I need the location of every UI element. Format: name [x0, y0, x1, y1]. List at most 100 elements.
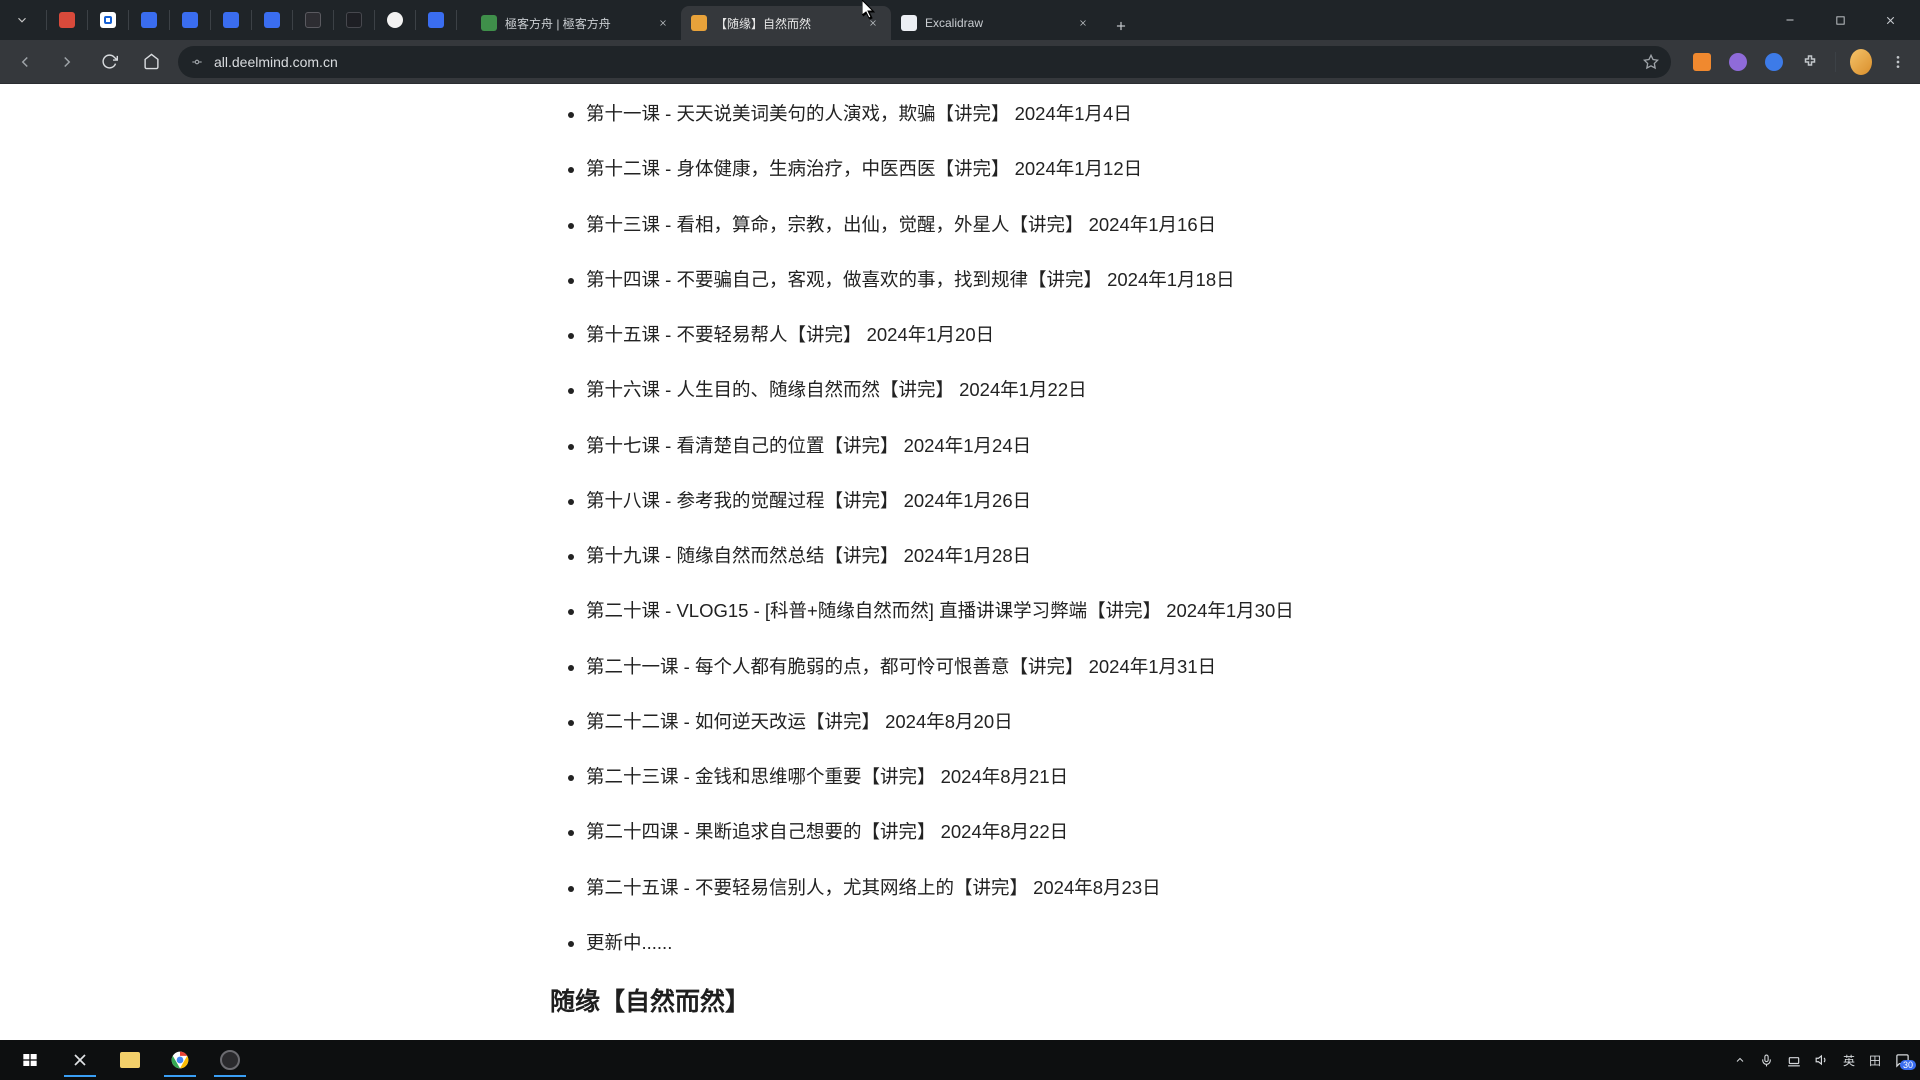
taskbar-app-chrome[interactable]	[160, 1043, 200, 1077]
forward-button[interactable]	[52, 47, 82, 77]
lesson-link-text: 第二十五课 - 不要轻易信别人，尤其网络上的【讲完】 2024年8月23日	[586, 877, 1161, 898]
section-heading: 随缘【自然而然】	[550, 984, 1920, 1022]
lesson-item[interactable]: 第二十二课 - 如何逆天改运【讲完】 2024年8月20日	[586, 708, 1920, 736]
lesson-link-text: 第二十四课 - 果断追求自己想要的【讲完】 2024年8月22日	[586, 821, 1068, 842]
lesson-link-text: 第十七课 - 看清楚自己的位置【讲完】 2024年1月24日	[586, 435, 1031, 456]
tray-microphone-icon[interactable]	[1760, 1054, 1773, 1067]
pinned-app-icon-10[interactable]	[426, 10, 446, 30]
lesson-item[interactable]: 第十四课 - 不要骗自己，客观，做喜欢的事，找到规律【讲完】 2024年1月18…	[586, 266, 1920, 294]
tab-favicon	[901, 15, 917, 31]
taskbar-app-vscode[interactable]	[60, 1043, 100, 1077]
pinned-app-icon-5[interactable]	[221, 10, 241, 30]
tray-ime-mode[interactable]: 田	[1869, 1052, 1881, 1069]
tab-strip: 極客方舟 | 極客方舟 【随缘】自然而然 Excalidraw	[471, 0, 1135, 40]
pinned-app-icon-6[interactable]	[262, 10, 282, 30]
home-button[interactable]	[136, 47, 166, 77]
start-button[interactable]	[10, 1043, 50, 1077]
ime-lang-label: 英	[1843, 1052, 1855, 1069]
lesson-list: 第十一课 - 天天说美词美句的人演戏，欺骗【讲完】 2024年1月4日第十二课 …	[550, 100, 1920, 957]
pinned-app-icon-7[interactable]	[303, 10, 323, 30]
separator	[210, 10, 211, 30]
browser-toolbar: all.deelmind.com.cn	[0, 40, 1920, 84]
separator	[169, 10, 170, 30]
separator	[251, 10, 252, 30]
lesson-item[interactable]: 第二十三课 - 金钱和思维哪个重要【讲完】 2024年8月21日	[586, 763, 1920, 791]
tray-notifications-icon[interactable]: 30	[1895, 1053, 1910, 1068]
tray-volume-icon[interactable]	[1815, 1053, 1829, 1067]
lesson-item[interactable]: 第十九课 - 随缘自然而然总结【讲完】 2024年1月28日	[586, 542, 1920, 570]
tab-title: Excalidraw	[925, 16, 1067, 30]
notification-badge: 30	[1900, 1060, 1916, 1070]
browser-titlebar: 極客方舟 | 極客方舟 【随缘】自然而然 Excalidraw	[0, 0, 1920, 40]
mouse-cursor-icon	[862, 0, 878, 25]
lesson-item[interactable]: 第十一课 - 天天说美词美句的人演戏，欺骗【讲完】 2024年1月4日	[586, 100, 1920, 128]
lesson-link-text: 第十五课 - 不要轻易帮人【讲完】 2024年1月20日	[586, 324, 994, 345]
lesson-item[interactable]: 第二十四课 - 果断追求自己想要的【讲完】 2024年8月22日	[586, 818, 1920, 846]
pinned-app-icon-3[interactable]	[139, 10, 159, 30]
page-viewport[interactable]: 第十一课 - 天天说美词美句的人演戏，欺骗【讲完】 2024年1月4日第十二课 …	[0, 84, 1920, 1040]
lesson-item[interactable]: 第二十课 - VLOG15 - [科普+随缘自然而然] 直播讲课学习弊端【讲完】…	[586, 597, 1920, 625]
lesson-link-text: 第十一课 - 天天说美词美句的人演戏，欺骗【讲完】 2024年1月4日	[586, 103, 1132, 124]
lesson-link-text: 第十二课 - 身体健康，生病治疗，中医西医【讲完】 2024年1月12日	[586, 158, 1142, 179]
separator	[1835, 52, 1836, 72]
close-tab-icon[interactable]	[655, 15, 671, 31]
tab-search-dropdown-icon[interactable]	[8, 6, 36, 34]
lesson-link-text: 第十九课 - 随缘自然而然总结【讲完】 2024年1月28日	[586, 545, 1031, 566]
tab-favicon	[691, 15, 707, 31]
site-info-icon[interactable]	[190, 55, 204, 69]
extension-icon-2[interactable]	[1727, 51, 1749, 73]
lesson-link-text: 更新中......	[586, 932, 672, 953]
bookmark-star-icon[interactable]	[1643, 54, 1659, 70]
system-tray: 英 田 30	[1734, 1052, 1910, 1069]
browser-tab-0[interactable]: 極客方舟 | 極客方舟	[471, 6, 681, 40]
separator	[128, 10, 129, 30]
pinned-app-icon-4[interactable]	[180, 10, 200, 30]
extensions-puzzle-icon[interactable]	[1799, 51, 1821, 73]
lesson-item[interactable]: 第十五课 - 不要轻易帮人【讲完】 2024年1月20日	[586, 321, 1920, 349]
profile-avatar[interactable]	[1850, 51, 1872, 73]
lesson-link-text: 第十三课 - 看相，算命，宗教，出仙，觉醒，外星人【讲完】 2024年1月16日	[586, 214, 1216, 235]
close-tab-icon[interactable]	[1075, 15, 1091, 31]
separator	[374, 10, 375, 30]
tray-chevron-icon[interactable]	[1734, 1054, 1746, 1066]
lesson-item[interactable]: 第二十五课 - 不要轻易信别人，尤其网络上的【讲完】 2024年8月23日	[586, 874, 1920, 902]
chrome-menu-icon[interactable]	[1886, 50, 1910, 74]
tray-network-icon[interactable]	[1787, 1053, 1801, 1067]
taskbar-app-explorer[interactable]	[110, 1043, 150, 1077]
tray-ime-lang[interactable]: 英	[1843, 1052, 1855, 1069]
lesson-item[interactable]: 第十六课 - 人生目的、随缘自然而然【讲完】 2024年1月22日	[586, 376, 1920, 404]
browser-tab-1[interactable]: 【随缘】自然而然	[681, 6, 891, 40]
separator	[46, 10, 47, 30]
lesson-item[interactable]: 第十三课 - 看相，算命，宗教，出仙，觉醒，外星人【讲完】 2024年1月16日	[586, 211, 1920, 239]
lesson-item[interactable]: 第十七课 - 看清楚自己的位置【讲完】 2024年1月24日	[586, 432, 1920, 460]
tab-favicon	[481, 15, 497, 31]
extension-icon-1[interactable]	[1691, 51, 1713, 73]
separator	[292, 10, 293, 30]
reload-button[interactable]	[94, 47, 124, 77]
lesson-link-text: 第二十三课 - 金钱和思维哪个重要【讲完】 2024年8月21日	[586, 766, 1068, 787]
taskbar-app-obs[interactable]	[210, 1043, 250, 1077]
pinned-app-icon-8[interactable]	[344, 10, 364, 30]
window-close-button[interactable]	[1868, 4, 1912, 36]
lesson-link-text: 第二十二课 - 如何逆天改运【讲完】 2024年8月20日	[586, 711, 1013, 732]
separator	[415, 10, 416, 30]
maximize-button[interactable]	[1818, 4, 1862, 36]
address-bar[interactable]: all.deelmind.com.cn	[178, 46, 1671, 78]
lesson-item[interactable]: 更新中......	[586, 929, 1920, 957]
ime-mode-label: 田	[1869, 1052, 1881, 1069]
extension-icon-3[interactable]	[1763, 51, 1785, 73]
lesson-link-text: 第十四课 - 不要骗自己，客观，做喜欢的事，找到规律【讲完】 2024年1月18…	[586, 269, 1235, 290]
minimize-button[interactable]	[1768, 4, 1812, 36]
lesson-link-text: 第十八课 - 参考我的觉醒过程【讲完】 2024年1月26日	[586, 490, 1031, 511]
pinned-app-icon-2[interactable]	[98, 10, 118, 30]
back-button[interactable]	[10, 47, 40, 77]
lesson-item[interactable]: 第十八课 - 参考我的觉醒过程【讲完】 2024年1月26日	[586, 487, 1920, 515]
pinned-app-icon-1[interactable]	[57, 10, 77, 30]
lesson-item[interactable]: 第十二课 - 身体健康，生病治疗，中医西医【讲完】 2024年1月12日	[586, 155, 1920, 183]
lesson-item[interactable]: 第二十一课 - 每个人都有脆弱的点，都可怜可恨善意【讲完】 2024年1月31日	[586, 653, 1920, 681]
pinned-app-icon-9[interactable]	[385, 10, 405, 30]
separator	[87, 10, 88, 30]
browser-tab-2[interactable]: Excalidraw	[891, 6, 1101, 40]
separator	[456, 10, 457, 30]
new-tab-button[interactable]	[1107, 12, 1135, 40]
